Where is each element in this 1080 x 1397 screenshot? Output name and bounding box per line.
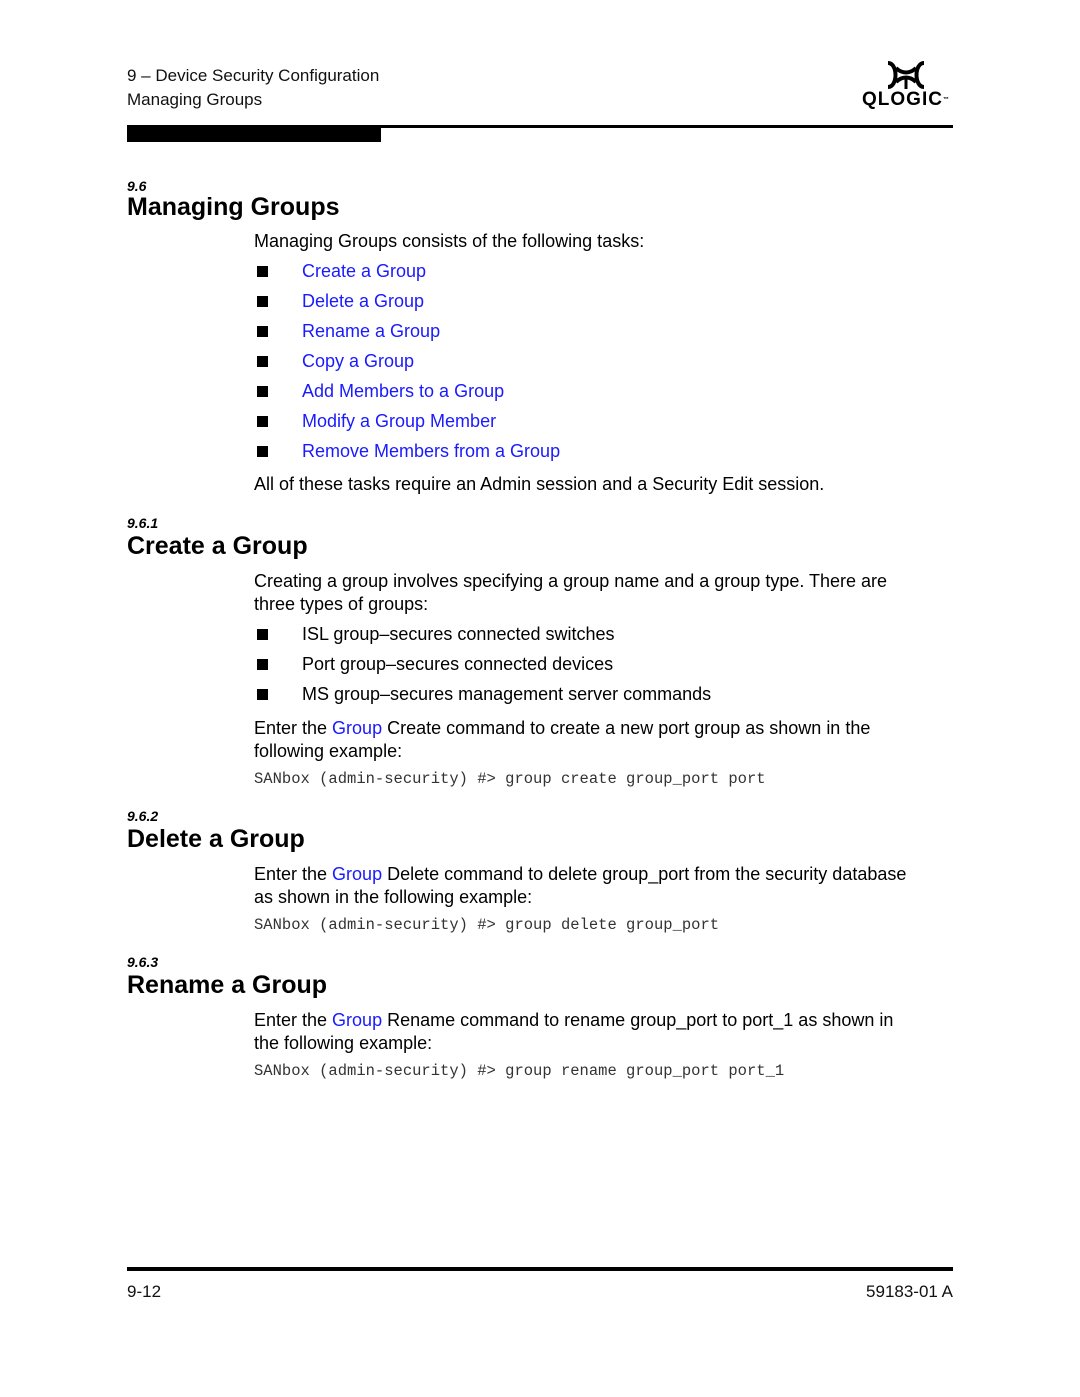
paragraph-line: Enter the Group Create command to create… — [254, 717, 870, 740]
qlogic-logo: QLOGIC™ — [858, 60, 954, 116]
paragraph-line: the following example: — [254, 1033, 433, 1053]
group-command-link[interactable]: Group — [332, 864, 382, 884]
text: Enter the — [254, 718, 333, 738]
task-link-remove-members[interactable]: Remove Members from a Group — [302, 440, 560, 463]
running-header-section: Managing Groups — [127, 90, 263, 109]
bullet-icon — [257, 689, 268, 700]
text: Enter the — [254, 864, 333, 884]
group-command-link[interactable]: Group — [332, 1010, 382, 1030]
bullet-icon — [257, 296, 268, 307]
section-number: 9.6.1 — [127, 515, 159, 531]
bullet-icon — [257, 266, 268, 277]
list-item: MS group–secures management server comma… — [302, 684, 712, 704]
footer-rule — [127, 1267, 953, 1271]
bullet-icon — [257, 659, 268, 670]
page-number: 9-12 — [127, 1282, 162, 1301]
text: Rename command to rename group_port to p… — [382, 1010, 894, 1030]
bullet-icon — [257, 416, 268, 427]
paragraph-line: Creating a group involves specifying a g… — [254, 571, 888, 591]
text: Delete command to delete group_port from… — [382, 864, 907, 884]
section-number: 9.6.3 — [127, 954, 159, 970]
header-tab-bar — [127, 125, 381, 142]
paragraph-line: three types of groups: — [254, 594, 429, 614]
bullet-icon — [257, 446, 268, 457]
bullet-icon — [257, 386, 268, 397]
section-number: 9.6.2 — [127, 808, 159, 824]
qlogic-wordmark: QLOGIC™ — [862, 89, 950, 110]
bullet-icon — [257, 326, 268, 337]
task-link-copy[interactable]: Copy a Group — [302, 350, 414, 373]
section-title: Managing Groups — [127, 193, 340, 221]
group-command-link[interactable]: Group — [332, 718, 382, 738]
section-number: 9.6 — [127, 178, 147, 194]
task-link-delete[interactable]: Delete a Group — [302, 290, 424, 313]
code-example: SANbox (admin-security) #> group delete … — [254, 916, 720, 934]
text: Create command to create a new port grou… — [382, 718, 871, 738]
list-item: ISL group–secures connected switches — [302, 624, 615, 644]
task-link-create[interactable]: Create a Group — [302, 260, 426, 283]
paragraph-line: following example: — [254, 741, 403, 761]
text: Enter the — [254, 1010, 333, 1030]
paragraph: All of these tasks require an Admin sess… — [254, 474, 825, 494]
task-link-add-members[interactable]: Add Members to a Group — [302, 380, 504, 403]
running-header-chapter: 9 – Device Security Configuration — [127, 66, 380, 85]
paragraph-line: Enter the Group Delete command to delete… — [254, 863, 906, 886]
task-link-rename[interactable]: Rename a Group — [302, 320, 440, 343]
paragraph: Managing Groups consists of the followin… — [254, 231, 645, 251]
bullet-icon — [257, 356, 268, 367]
qlogic-logo-icon — [887, 61, 925, 89]
code-example: SANbox (admin-security) #> group rename … — [254, 1062, 785, 1080]
paragraph-line: as shown in the following example: — [254, 887, 533, 907]
task-link-modify-member[interactable]: Modify a Group Member — [302, 410, 496, 433]
section-title: Delete a Group — [127, 825, 305, 853]
code-example: SANbox (admin-security) #> group create … — [254, 770, 766, 788]
document-number: 59183-01 A — [866, 1282, 953, 1301]
section-title: Create a Group — [127, 532, 308, 560]
bullet-icon — [257, 629, 268, 640]
section-title: Rename a Group — [127, 971, 328, 999]
list-item: Port group–secures connected devices — [302, 654, 614, 674]
paragraph-line: Enter the Group Rename command to rename… — [254, 1009, 893, 1032]
